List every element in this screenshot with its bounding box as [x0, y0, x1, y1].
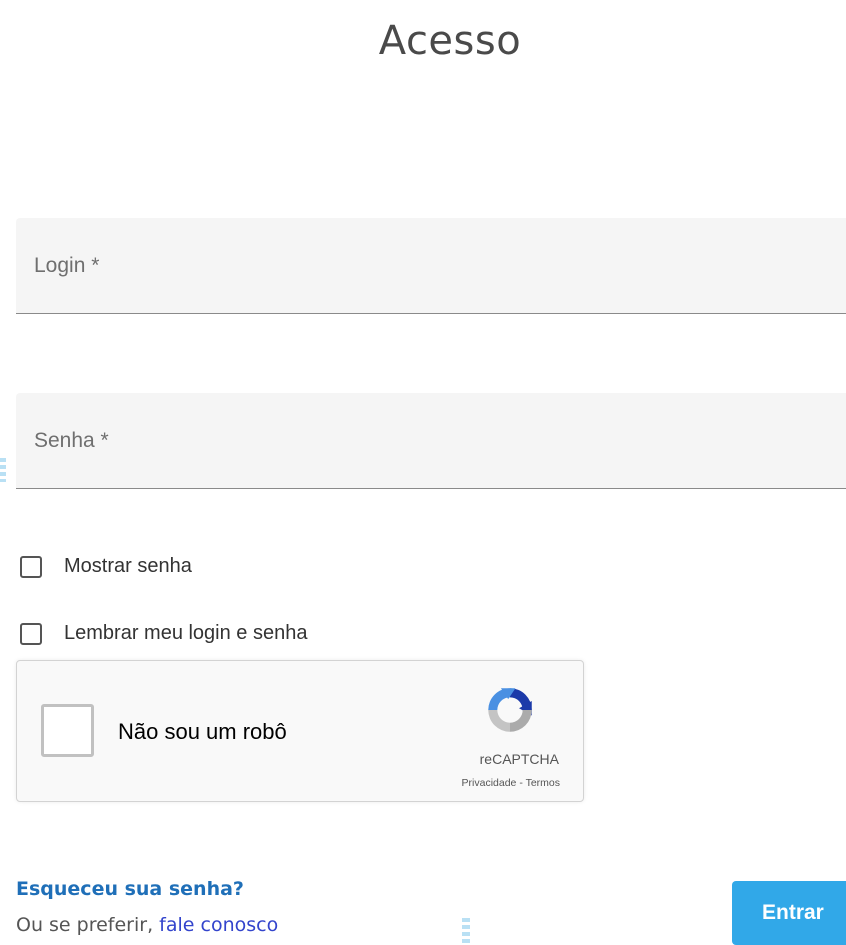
contact-prefix: Ou se preferir, [16, 914, 160, 936]
show-password-checkbox[interactable] [20, 555, 42, 578]
login-input[interactable] [16, 218, 846, 313]
page-title: Acesso [378, 18, 522, 64]
recaptcha-separator: - [516, 777, 526, 789]
recaptcha-checkbox[interactable] [41, 704, 94, 757]
remember-login-option[interactable]: Lembrar meu login e senha [20, 622, 307, 645]
recaptcha-terms-link[interactable]: Termos [526, 777, 560, 789]
decorative-dots-bottom [462, 918, 470, 945]
recaptcha-widget: Não sou um robô reCAPTCHA Privacidade - … [16, 660, 584, 802]
password-input[interactable] [16, 393, 846, 488]
contact-line: Ou se preferir, fale conosco [16, 914, 278, 936]
recaptcha-brand: reCAPTCHA [479, 751, 559, 767]
recaptcha-logo-icon [488, 688, 532, 732]
recaptcha-label: Não sou um robô [118, 719, 287, 744]
contact-link[interactable]: fale conosco [159, 914, 278, 936]
show-password-option[interactable]: Mostrar senha [20, 555, 192, 578]
recaptcha-links: Privacidade - Termos [462, 777, 560, 789]
remember-login-checkbox[interactable] [20, 622, 42, 645]
remember-login-label: Lembrar meu login e senha [64, 622, 308, 644]
forgot-password-link[interactable]: Esqueceu sua senha? [16, 878, 244, 900]
decorative-dots-left [0, 458, 6, 482]
login-field-container [16, 218, 846, 314]
password-field-container [16, 393, 846, 489]
show-password-label: Mostrar senha [64, 555, 192, 577]
submit-button[interactable]: Entrar [732, 881, 846, 945]
recaptcha-privacy-link[interactable]: Privacidade [462, 777, 517, 789]
